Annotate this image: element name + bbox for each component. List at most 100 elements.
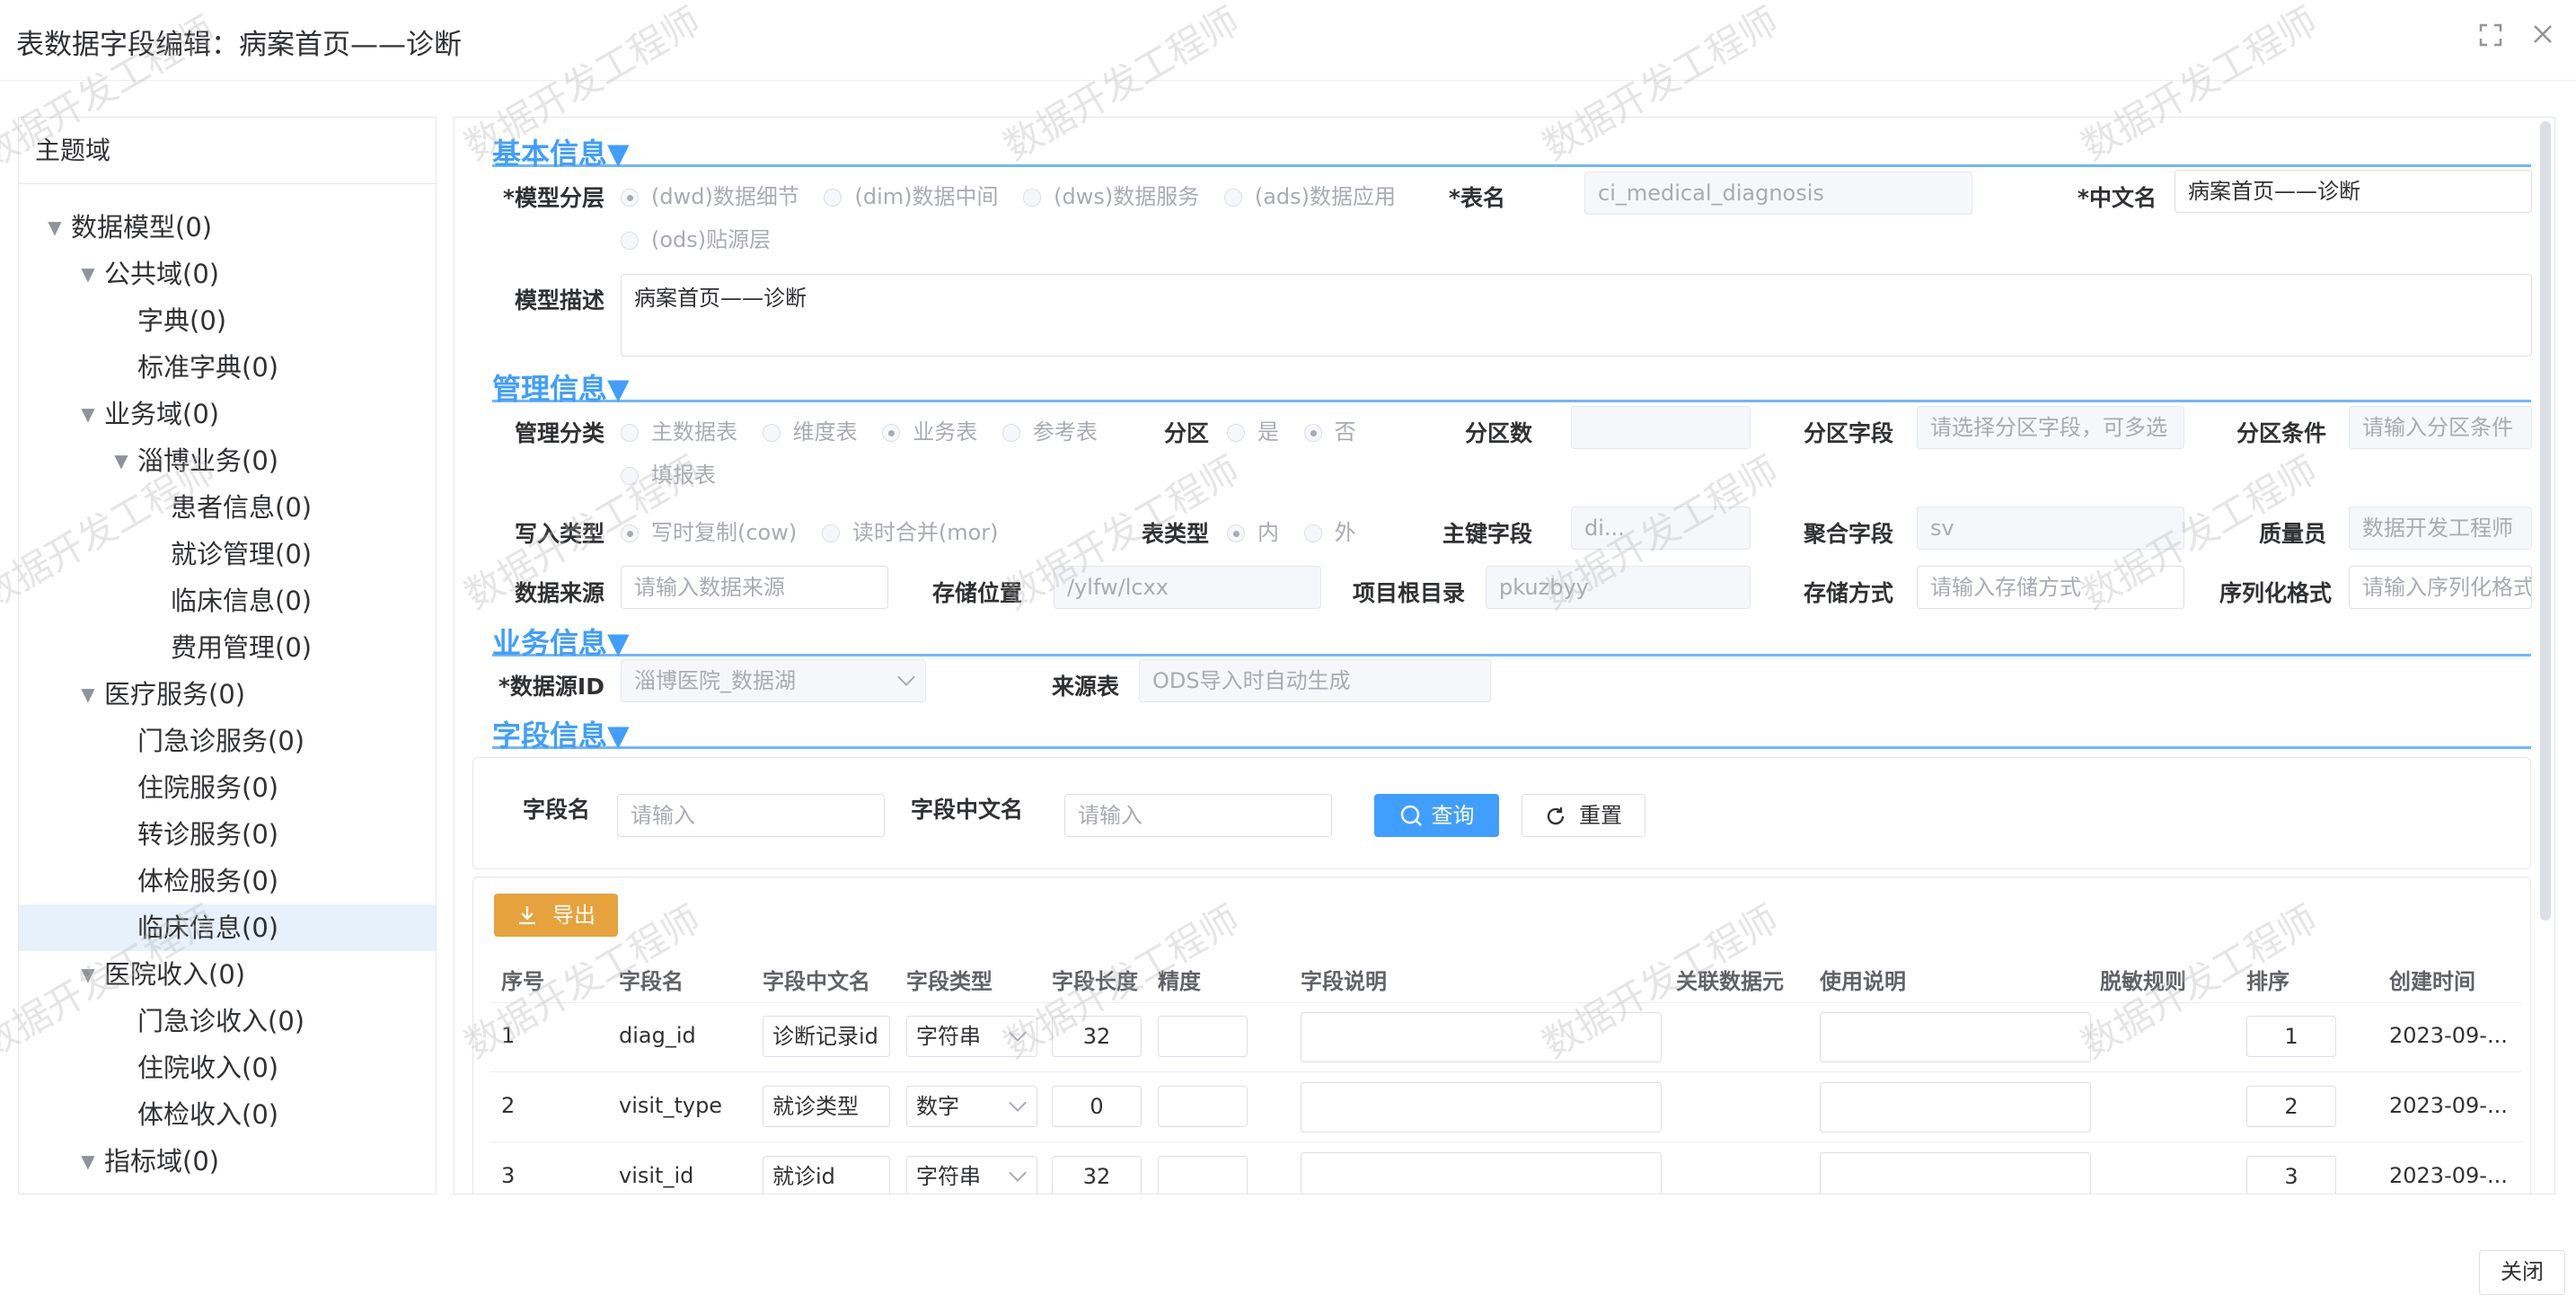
category-option-business[interactable]: 业务表 (882, 414, 977, 445)
tree-node[interactable]: ▼住院服务(0) (19, 764, 436, 811)
write-option-mor[interactable]: 读时合并(mor) (821, 515, 999, 546)
sort-order-input[interactable]: 2 (2246, 1086, 2336, 1127)
query-button[interactable]: 查询 (1374, 794, 1499, 837)
write-type-radios: 写时复制(cow) 读时合并(mor) (621, 515, 1017, 546)
usage-description-textarea[interactable] (1820, 1082, 2091, 1132)
caret-down-icon[interactable]: ▼ (72, 391, 104, 437)
field-name-search-input[interactable]: 请输入 (617, 794, 885, 837)
tree-node-label: 临床信息(0) (171, 586, 313, 616)
dialog-title: 表数据字段编辑：病案首页——诊断 (16, 29, 462, 61)
tree-node[interactable]: ▼临床信息(0) (19, 577, 436, 624)
layer-option-ods[interactable]: (ods)贴源层 (621, 222, 771, 253)
field-type-select[interactable]: 字符串 (906, 1016, 1037, 1057)
tree-node[interactable]: ▼ 指标域(0) (19, 1138, 436, 1185)
datasource-id-select[interactable]: 淄博医院_数据湖 (621, 659, 926, 702)
storage-method-input[interactable]: 请输入存储方式 (1917, 566, 2184, 609)
category-option-dimension[interactable]: 维度表 (762, 414, 858, 445)
tree-node-label: 临床信息(0) (137, 912, 279, 943)
partition-option-yes[interactable]: 是 (1227, 414, 1279, 445)
caret-down-icon[interactable]: ▼ (105, 437, 137, 484)
chinese-name-input[interactable]: 病案首页——诊断 (2175, 170, 2532, 213)
tree-node[interactable]: ▼ 医院收入(0) (19, 951, 436, 998)
radio-icon (1227, 524, 1245, 542)
data-source-input[interactable]: 请输入数据来源 (621, 566, 888, 609)
tree-node[interactable]: ▼费用管理(0) (19, 624, 436, 671)
scrollbar[interactable] (2540, 121, 2551, 921)
caret-down-icon[interactable]: ▼ (39, 204, 71, 251)
tree-node-label: 指标域(0) (104, 1146, 220, 1176)
tree-node[interactable]: ▼门急诊服务(0) (19, 718, 436, 764)
partition-field-select[interactable]: 请选择分区字段，可多选 (1917, 406, 2184, 449)
table-type-external[interactable]: 外 (1303, 515, 1356, 546)
field-cn-input[interactable]: 诊断记录id (763, 1016, 890, 1057)
field-length-input[interactable]: 0 (1052, 1086, 1142, 1127)
tree-node[interactable]: ▼体检收入(0) (19, 1091, 436, 1138)
tree-node[interactable]: ▼转诊服务(0) (19, 811, 436, 858)
field-description-textarea[interactable] (1301, 1082, 1662, 1132)
partition-condition-input[interactable]: 请输入分区条件 (2349, 406, 2532, 449)
download-icon (519, 906, 535, 925)
field-description-textarea[interactable] (1301, 1012, 1662, 1062)
tree-node[interactable]: ▼ 业务域(0) (19, 391, 436, 437)
field-description-textarea[interactable] (1301, 1152, 1662, 1194)
serialization-input[interactable]: 请输入序列化格式 (2349, 566, 2532, 609)
tree-node[interactable]: ▼门急诊收入(0) (19, 998, 436, 1044)
column-header: 字段中文名 (763, 969, 870, 994)
source-table-input[interactable]: ODS导入时自动生成 (1139, 659, 1491, 702)
write-option-cow[interactable]: 写时复制(cow) (621, 515, 797, 546)
table-type-internal[interactable]: 内 (1227, 515, 1279, 546)
layer-option-dws[interactable]: (dws)数据服务 (1023, 179, 1199, 210)
usage-description-textarea[interactable] (1820, 1012, 2091, 1062)
partition-radios: 是 否 (1227, 414, 1374, 445)
tree-node[interactable]: ▼住院收入(0) (19, 1044, 436, 1091)
partition-count-input[interactable] (1571, 406, 1751, 449)
usage-description-textarea[interactable] (1820, 1152, 2091, 1194)
tree-node[interactable]: ▼ 公共域(0) (19, 251, 436, 297)
sort-order-input[interactable]: 3 (2246, 1156, 2336, 1194)
reset-button[interactable]: 重置 (1522, 794, 1645, 837)
export-button[interactable]: 导出 (494, 894, 618, 937)
field-precision-input[interactable] (1158, 1086, 1248, 1127)
project-root-input[interactable]: pkuzbyy (1486, 566, 1751, 609)
category-option-master[interactable]: 主数据表 (621, 414, 737, 445)
caret-down-icon[interactable]: ▼ (72, 251, 104, 297)
fullscreen-icon[interactable] (2477, 23, 2504, 50)
sort-order-input[interactable]: 1 (2246, 1016, 2336, 1057)
partition-option-no[interactable]: 否 (1303, 414, 1356, 445)
tree-node[interactable]: ▼ 数据模型(0) (19, 204, 436, 251)
tree-node[interactable]: ▼标准字典(0) (19, 344, 436, 391)
category-option-fill[interactable]: 填报表 (621, 457, 716, 489)
caret-down-icon[interactable]: ▼ (72, 671, 104, 718)
model-desc-textarea[interactable]: 病案首页——诊断 (621, 274, 2532, 357)
tree-node[interactable]: ▼ 医疗服务(0) (19, 671, 436, 718)
tree-node[interactable]: ▼临床信息(0) (19, 904, 436, 951)
tree-node[interactable]: ▼字典(0) (19, 297, 436, 344)
tree-node[interactable]: ▼患者信息(0) (19, 484, 436, 531)
tree-node[interactable]: ▼ 淄博业务(0) (19, 437, 436, 484)
field-type-select[interactable]: 字符串 (906, 1156, 1037, 1194)
layer-option-dim[interactable]: (dim)数据中间 (824, 179, 998, 210)
primary-key-select[interactable]: di... (1571, 507, 1751, 550)
field-length-input[interactable]: 32 (1052, 1156, 1142, 1194)
close-button[interactable]: 关闭 (2479, 1250, 2565, 1295)
field-precision-input[interactable] (1158, 1016, 1248, 1057)
caret-down-icon[interactable]: ▼ (72, 951, 104, 998)
quality-officer-input[interactable]: 数据开发工程师 (2349, 507, 2532, 550)
tree-node[interactable]: ▼就诊管理(0) (19, 531, 436, 577)
caret-down-icon[interactable]: ▼ (72, 1138, 104, 1185)
field-cn-input[interactable]: 就诊类型 (763, 1086, 890, 1127)
field-precision-input[interactable] (1158, 1156, 1248, 1194)
category-option-reference[interactable]: 参考表 (1001, 414, 1098, 445)
tree-node[interactable]: ▼体检服务(0) (19, 858, 436, 904)
field-type-select[interactable]: 数字 (906, 1086, 1037, 1127)
field-cn-search-input[interactable]: 请输入 (1064, 794, 1332, 837)
field-length-input[interactable]: 32 (1052, 1016, 1142, 1057)
layer-option-dwd[interactable]: (dwd)数据细节 (621, 179, 799, 210)
field-cn-input[interactable]: 就诊id (763, 1156, 890, 1194)
storage-location-input[interactable]: /ylfw/lcxx (1054, 566, 1321, 609)
serialization-label: 序列化格式 (2219, 580, 2332, 606)
layer-option-ads[interactable]: (ads)数据应用 (1223, 179, 1396, 210)
close-icon[interactable] (2529, 23, 2556, 50)
table-name-input[interactable]: ci_medical_diagnosis (1584, 172, 1972, 215)
aggregate-field-input[interactable]: sv (1917, 507, 2184, 550)
